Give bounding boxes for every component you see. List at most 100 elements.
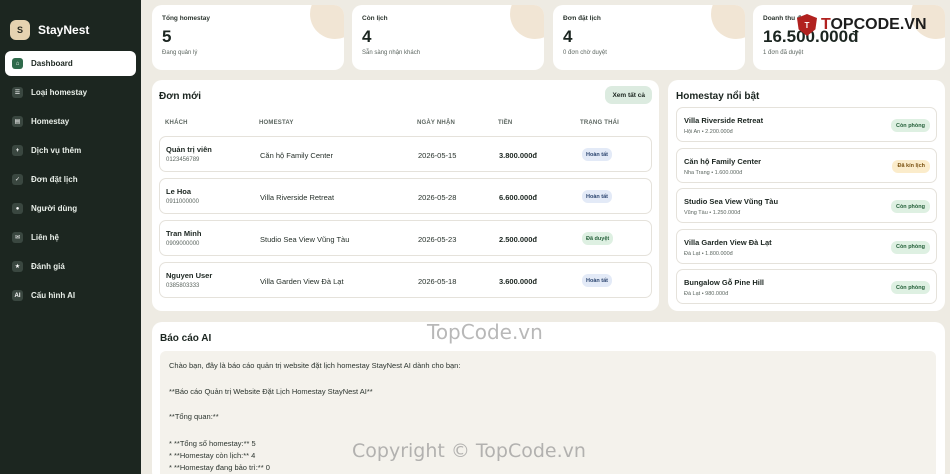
sidebar-item-check[interactable]: ✓ Đơn đặt lịch — [5, 167, 136, 192]
sidebar-item-ai[interactable]: AI Cấu hình AI — [5, 283, 136, 308]
stat-label: Tổng homestay — [162, 15, 211, 22]
customer-phone: 0911000000 — [166, 199, 199, 205]
list-icon: ☰ — [12, 87, 23, 98]
topcode-watermark-logo: T TOPCODE.VN — [797, 12, 937, 38]
homestay-name: Villa Riverside Retreat — [684, 116, 764, 125]
featured-homestay-item[interactable]: Villa Riverside Retreat Hội An • 2.200.00… — [676, 107, 937, 142]
column-header: NGÀY NHẬN — [417, 120, 456, 126]
sidebar-item-list[interactable]: ☰ Loại homestay — [5, 80, 136, 105]
amount: 3.600.000đ — [499, 277, 537, 286]
user-icon: ● — [12, 203, 23, 214]
watermark-bottom: Copyright © TopCode.vn — [352, 440, 586, 462]
stat-subtext: 0 đơn chờ duyệt — [563, 50, 607, 56]
check-in-date: 2026-05-23 — [418, 235, 457, 244]
sidebar-item-label: Dashboard — [31, 59, 73, 68]
availability-badge: Còn phòng — [890, 119, 930, 132]
sidebar-nav: ⌂ Dashboard ☰ Loại homestay ▤ Homestay + Dịch v… — [0, 51, 141, 308]
column-header: HOMESTAY — [259, 120, 294, 126]
stat-card: Tổng homestay 5 Đang quản lý — [152, 5, 344, 70]
sidebar: S StayNest ⌂ Dashboard ☰ Loại homestay ▤ Home… — [0, 0, 141, 474]
orders-table-header: KHÁCH HOMESTAY NGÀY NHẬN TIỀN TRẠNG THÁI — [165, 120, 645, 130]
status-badge: Hoàn tất — [582, 190, 612, 203]
plus-icon: + — [12, 145, 23, 156]
homestay-name: Villa Garden View Đà Lạt — [684, 237, 772, 247]
status-badge: Hoàn tất — [582, 148, 612, 161]
ai-icon: AI — [12, 290, 23, 301]
stat-label: Còn lịch — [362, 15, 388, 22]
availability-badge: Còn phòng — [890, 281, 930, 294]
sidebar-item-mail[interactable]: ✉ Liên hệ — [5, 225, 136, 250]
report-intro: Chào bạn, đây là báo cáo quản trị websit… — [169, 361, 461, 370]
star-icon: ★ — [12, 261, 23, 272]
featured-homestay-item[interactable]: Studio Sea View Vũng Tàu Vũng Tàu • 1.250… — [676, 188, 937, 223]
mail-icon: ✉ — [12, 232, 23, 243]
featured-homestays-panel: Homestay nổi bật Villa Riverside Retreat… — [668, 80, 945, 311]
featured-homestay-item[interactable]: Căn hộ Family Center Nha Trang • 1.600.00… — [676, 147, 937, 183]
table-row[interactable]: Quản trị viên 0123456789 Căn hộ Family Cen… — [159, 136, 652, 172]
featured-homestay-item[interactable]: Villa Garden View Đà Lạt Đà Lạt • 1.800.0… — [676, 228, 937, 264]
sidebar-item-label: Cấu hình AI — [31, 291, 76, 300]
check-icon: ✓ — [12, 174, 23, 185]
table-row[interactable]: Tran Minh 0909000000 Studio Sea View Vũng … — [159, 220, 652, 256]
homestay-name: Bungalow Gỗ Pine Hill — [684, 278, 765, 287]
homestay-name: Căn hộ Family Center — [260, 151, 333, 160]
availability-badge: Đã kín lịch — [892, 159, 930, 173]
ai-report-title: Báo cáo AI — [160, 333, 212, 344]
recent-orders-panel: Đơn mới Xem tất cả KHÁCH HOMESTAY NGÀY NHẬ… — [152, 80, 659, 311]
customer-phone: 0909000000 — [166, 241, 200, 247]
sidebar-item-plus[interactable]: + Dịch vụ thêm — [5, 138, 136, 163]
availability-badge: Còn phòng — [890, 240, 930, 254]
stat-value: 4 — [563, 27, 573, 46]
stat-label: Đơn đặt lịch — [563, 15, 601, 22]
homestay-location-price: Đà Lạt • 1.800.000đ — [684, 250, 733, 257]
featured-title: Homestay nổi bật — [676, 91, 760, 102]
watermark-rest: OPCODE.VN — [830, 16, 927, 33]
brand-name: StayNest — [38, 23, 90, 37]
report-overview: **Tổng quan:** — [169, 412, 219, 421]
featured-homestay-item[interactable]: Bungalow Gỗ Pine Hill Đà Lạt • 980.000đ Cò… — [676, 269, 937, 304]
brand-logo: S — [10, 20, 30, 40]
check-in-date: 2026-05-18 — [418, 277, 457, 286]
table-row[interactable]: Nguyen User 0385803333 Villa Garden View Đ… — [159, 262, 652, 298]
customer-name: Tran Minh — [166, 229, 202, 238]
homestay-name: Căn hộ Family Center — [684, 156, 762, 166]
homestay-name: Villa Garden View Đà Lạt — [260, 277, 344, 286]
homestay-name: Studio Sea View Vũng Tàu — [684, 197, 779, 206]
stat-value: 4 — [362, 27, 372, 46]
homestay-location-price: Nha Trang • 1.600.000đ — [684, 169, 743, 176]
homestay-location-price: Hội An • 2.200.000đ — [684, 129, 733, 135]
column-header: TRẠNG THÁI — [580, 120, 619, 126]
amount: 2.500.000đ — [499, 235, 537, 244]
customer-phone: 0385803333 — [166, 283, 200, 289]
sidebar-item-label: Đơn đặt lịch — [31, 175, 78, 184]
stat-subtext: Đang quản lý — [162, 50, 198, 56]
sidebar-item-star[interactable]: ★ Đánh giá — [5, 254, 136, 279]
status-badge: Đã duyệt — [582, 232, 614, 245]
sidebar-item-user[interactable]: ● Người dùng — [5, 196, 136, 221]
report-bullet: * **Homestay đang bảo trì:** 0 — [169, 462, 270, 472]
amount: 3.800.000đ — [499, 151, 537, 160]
availability-badge: Còn phòng — [890, 200, 930, 213]
stat-card: Đơn đặt lịch 4 0 đơn chờ duyệt — [553, 5, 745, 70]
amount: 6.600.000đ — [499, 193, 537, 202]
shield-icon: T — [797, 14, 817, 36]
sidebar-item-house[interactable]: ▤ Homestay — [5, 109, 136, 134]
table-row[interactable]: Le Hoa 0911000000 Villa Riverside Retreat 2… — [159, 178, 652, 214]
column-header: KHÁCH — [165, 120, 188, 126]
homestay-location-price: Đà Lạt • 980.000đ — [684, 291, 729, 297]
home-icon: ⌂ — [12, 58, 23, 69]
customer-phone: 0123456789 — [166, 157, 200, 163]
watermark-middle: TopCode.vn — [427, 320, 543, 344]
brand[interactable]: S StayNest — [0, 0, 141, 46]
homestay-name: Villa Riverside Retreat — [260, 193, 335, 202]
homestay-name: Studio Sea View Vũng Tàu — [260, 235, 350, 244]
customer-name: Le Hoa — [166, 187, 192, 196]
recent-orders-title: Đơn mới — [159, 91, 201, 102]
status-badge: Hoàn tất — [582, 274, 612, 287]
sidebar-item-home[interactable]: ⌂ Dashboard — [5, 51, 136, 76]
sidebar-item-label: Liên hệ — [31, 233, 60, 242]
sidebar-item-label: Homestay — [31, 117, 70, 126]
check-in-date: 2026-05-28 — [418, 193, 457, 202]
view-all-button[interactable]: Xem tất cả — [605, 86, 652, 104]
house-icon: ▤ — [12, 116, 23, 127]
